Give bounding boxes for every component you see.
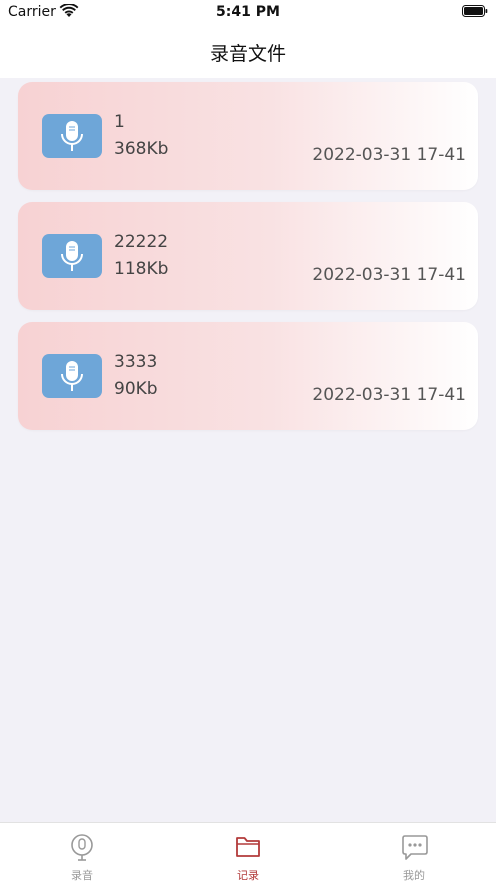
navigation-bar: 录音文件 bbox=[0, 26, 496, 78]
tab-record[interactable]: 录音 bbox=[22, 823, 142, 883]
folder-icon bbox=[236, 837, 260, 857]
recording-name: 22222 bbox=[114, 232, 169, 252]
microphone-icon bbox=[42, 114, 102, 158]
recording-name: 3333 bbox=[114, 352, 158, 372]
page-title: 录音文件 bbox=[209, 43, 286, 65]
tab-record-label: 录音 bbox=[71, 869, 93, 882]
status-bar: Carrier 5:41 PM bbox=[0, 0, 496, 26]
battery-icon bbox=[462, 5, 488, 17]
microphone-icon bbox=[42, 354, 102, 398]
recording-size: 118Kb bbox=[114, 259, 169, 279]
tab-bar: 录音 记录 我的 bbox=[0, 822, 496, 883]
tab-profile[interactable]: 我的 bbox=[354, 823, 474, 883]
recording-item[interactable]: 1 368Kb 2022-03-31 17-41 bbox=[18, 82, 478, 190]
tab-profile-label: 我的 bbox=[403, 869, 425, 882]
tab-history-label: 记录 bbox=[237, 869, 259, 882]
microphone-icon bbox=[42, 234, 102, 278]
recording-size: 368Kb bbox=[114, 139, 169, 159]
tab-history[interactable]: 记录 bbox=[188, 823, 308, 883]
microphone-outline-icon bbox=[71, 834, 93, 861]
recording-size: 90Kb bbox=[114, 379, 158, 399]
chat-bubble-icon bbox=[402, 835, 428, 860]
recording-item[interactable]: 3333 90Kb 2022-03-31 17-41 bbox=[18, 322, 478, 430]
recording-date: 2022-03-31 17-41 bbox=[312, 265, 466, 285]
recording-date: 2022-03-31 17-41 bbox=[312, 385, 466, 405]
recording-date: 2022-03-31 17-41 bbox=[312, 145, 466, 165]
recording-item[interactable]: 22222 118Kb 2022-03-31 17-41 bbox=[18, 202, 478, 310]
recording-name: 1 bbox=[114, 112, 125, 132]
clock: 5:41 PM bbox=[216, 4, 280, 20]
recording-list: 1 368Kb 2022-03-31 17-41 22222 118Kb 202… bbox=[18, 82, 478, 442]
